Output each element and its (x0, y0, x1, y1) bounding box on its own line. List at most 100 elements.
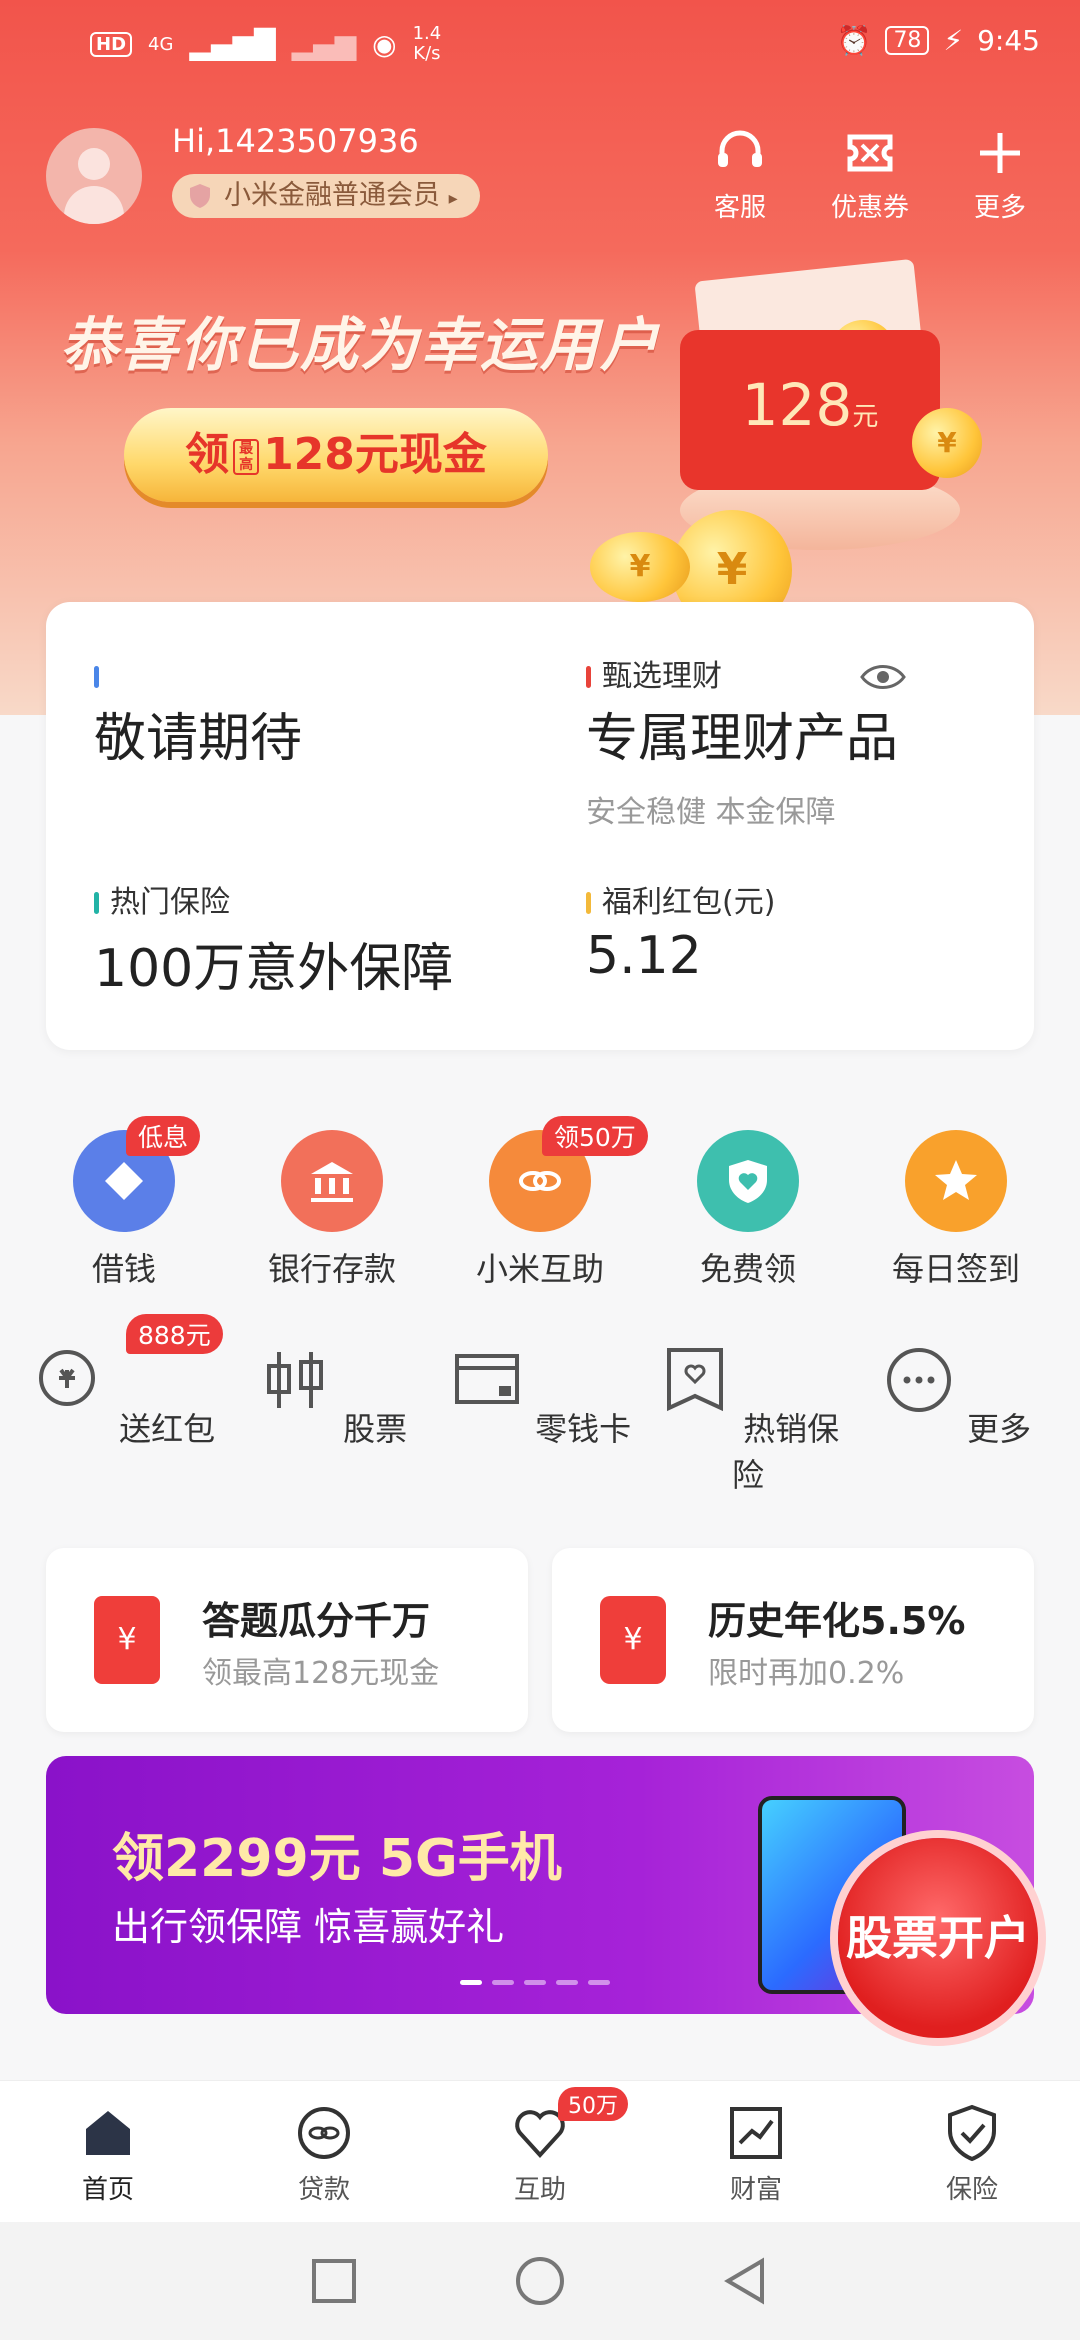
claim-cash-button[interactable]: 领最高 128元现金 (124, 408, 548, 502)
cell-label: 福利红包(元) (586, 884, 775, 922)
service-label: 小米互助 (475, 1250, 604, 1288)
service-daily-checkin[interactable]: 每日签到 (856, 1130, 1056, 1290)
customer-service-button[interactable]: 客服 (690, 125, 790, 224)
tab-home[interactable]: 首页 (8, 2081, 208, 2223)
banner-title: 领2299元 5G手机 (112, 1829, 562, 1889)
service-label: 免费领 (699, 1250, 796, 1288)
home-nav-icon[interactable] (512, 2253, 568, 2309)
more-dots-icon (886, 1348, 951, 1412)
envelope-amount: 128 (741, 371, 853, 439)
hero-slogan: 恭喜你已成为幸运用户 (60, 311, 661, 379)
summary-cell-insurance[interactable]: 热门保险 100万意外保障 (94, 884, 453, 1001)
star-icon (905, 1130, 1007, 1232)
floating-stock-account-button[interactable]: 股票开户 (838, 1838, 1038, 2038)
carousel-dot[interactable] (556, 1980, 578, 1985)
cell-marker (94, 658, 302, 696)
hotspot-icon: ◉ (372, 27, 397, 61)
candlestick-icon (266, 1352, 323, 1408)
tab-label: 互助 (513, 2175, 566, 2205)
claim-amount: 128元现金 (263, 429, 487, 480)
recents-icon[interactable] (306, 2253, 362, 2309)
tab-insurance[interactable]: 保险 (872, 2081, 1072, 2223)
promo-card-quiz[interactable]: ¥ 答题瓜分千万 领最高128元现金 (46, 1548, 528, 1732)
service-borrow[interactable]: 低息 借钱 (24, 1116, 224, 1290)
status-bar: HD 4G ▂▄▆█ ▂▄▆ ◉ 1.4 K/s ⏰ 78 ⚡ 9:45 (90, 18, 1040, 68)
carousel-dot[interactable] (460, 1980, 482, 1985)
promo-card-yield[interactable]: ¥ 历史年化5.5% 限时再加0.2% (552, 1548, 1034, 1732)
shield-icon (190, 184, 210, 208)
cell-label: 甄选理财 (586, 658, 898, 696)
net-speed: 1.4 K/s (413, 24, 442, 64)
service-label: 银行存款 (267, 1250, 396, 1288)
summary-card[interactable]: 敬请期待 甄选理财 专属理财产品 安全稳健 本金保障 热门保险 100万意外保障… (46, 602, 1034, 1050)
red-envelope-graphic: ¥ ¥ 128元 (680, 250, 940, 490)
tab-loan[interactable]: 贷款 (224, 2081, 424, 2223)
coupon-label: 优惠券 (830, 193, 909, 223)
service-badge: 888元 (126, 1314, 223, 1354)
promo-title: 答题瓜分千万 (202, 1599, 431, 1643)
service-hot-insurance[interactable]: 热销保险 (648, 1330, 848, 1496)
carousel-dot[interactable] (492, 1980, 514, 1985)
red-packet-icon (38, 1350, 95, 1406)
service-stocks[interactable]: 股票 (232, 1330, 432, 1496)
battery-level: 78 (885, 26, 930, 55)
service-label: 热销保险 (731, 1410, 840, 1494)
chevron-right-icon: ▸ (448, 188, 458, 209)
red-packet-icon: ¥ (94, 1596, 160, 1684)
carousel-dot[interactable] (524, 1980, 546, 1985)
service-label: 借钱 (91, 1250, 156, 1288)
tab-label: 财富 (729, 2175, 782, 2205)
envelope-unit: 元 (852, 402, 879, 432)
cell-value: 100万意外保障 (94, 939, 454, 999)
claim-prefix: 领 (185, 429, 230, 480)
back-icon[interactable] (718, 2253, 774, 2309)
avatar[interactable] (46, 128, 142, 224)
net-speed-value: 1.4 (412, 23, 442, 44)
eye-icon[interactable] (858, 657, 908, 697)
home-icon (86, 2111, 130, 2155)
headset-icon (718, 130, 762, 167)
cell-subtitle: 安全稳健 本金保障 (586, 795, 836, 830)
service-free-claim[interactable]: 免费领 (648, 1130, 848, 1290)
tab-label: 贷款 (297, 2175, 350, 2205)
clock: 9:45 (977, 24, 1040, 57)
cell-value: 敬请期待 (94, 709, 303, 769)
user-greeting: Hi,1423507936 (172, 122, 419, 160)
system-nav-bar (0, 2222, 1080, 2340)
promo-desc: 领最高128元现金 (202, 1656, 440, 1691)
tab-wealth[interactable]: 财富 (656, 2081, 856, 2223)
ticket-icon (847, 134, 893, 172)
bottom-tab-bar: 首页 贷款 50万 互助 财富 保险 (0, 2080, 1080, 2223)
sim-signal-icon: ▂▄▆ (291, 27, 357, 61)
cell-label: 热门保险 (94, 884, 453, 922)
carousel-dot[interactable] (588, 1980, 610, 1985)
summary-cell-wealth[interactable]: 甄选理财 专属理财产品 安全稳健 本金保障 (586, 658, 898, 831)
tab-mutual-aid[interactable]: 50万 互助 (440, 2081, 640, 2223)
net-speed-unit: K/s (413, 43, 441, 64)
charging-icon: ⚡ (943, 24, 964, 57)
alarm-icon: ⏰ (836, 24, 872, 57)
service-bank-deposit[interactable]: 银行存款 (232, 1130, 432, 1290)
service-more[interactable]: 更多 (856, 1330, 1056, 1496)
coin-icon: ¥ (590, 532, 690, 602)
customer-service-label: 客服 (713, 193, 766, 223)
coupon-button[interactable]: 优惠券 (820, 125, 920, 224)
member-badge[interactable]: 小米金融普通会员 ▸ (172, 174, 480, 218)
claim-tag: 最高 (233, 439, 260, 475)
carousel-dots[interactable] (460, 1980, 610, 1985)
bank-icon (281, 1130, 383, 1232)
hd-icon: HD (90, 31, 133, 57)
service-label: 每日签到 (891, 1250, 1020, 1288)
service-mutual-aid[interactable]: 领50万 小米互助 (440, 1116, 648, 1290)
service-change-card[interactable]: 零钱卡 (440, 1330, 640, 1496)
network-type: 4G (148, 33, 174, 55)
tab-label: 首页 (81, 2175, 134, 2205)
summary-cell-redpacket[interactable]: 福利红包(元) 5.12 (586, 884, 775, 986)
service-send-redpacket[interactable]: 888元 送红包 (24, 1314, 224, 1496)
more-button[interactable]: 更多 (950, 125, 1050, 224)
promo-title: 历史年化5.5% (708, 1599, 966, 1643)
service-badge: 领50万 (542, 1116, 648, 1156)
plus-icon (980, 133, 1020, 173)
summary-cell-upcoming[interactable]: 敬请期待 (94, 658, 302, 771)
cell-value: 专属理财产品 (586, 709, 899, 769)
